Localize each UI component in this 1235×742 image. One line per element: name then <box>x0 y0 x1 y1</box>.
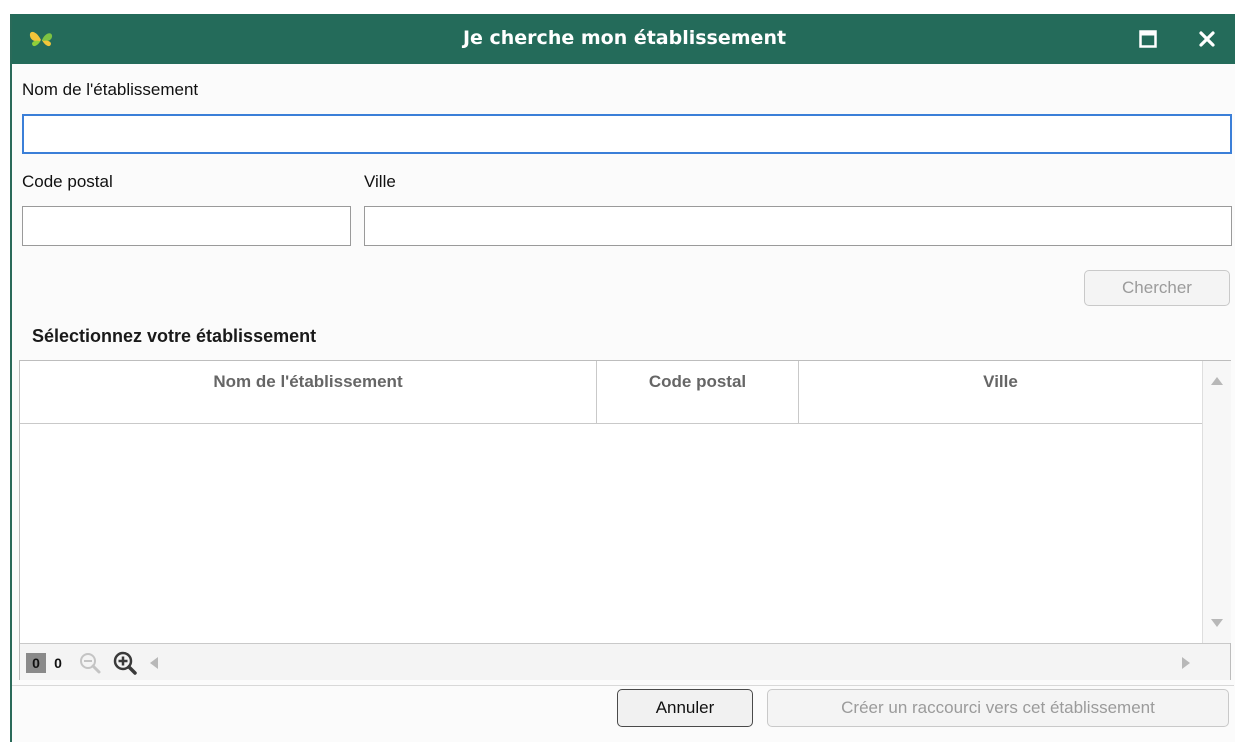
scroll-down-arrow-icon[interactable] <box>1211 619 1223 627</box>
results-section-title: Sélectionnez votre établissement <box>32 326 317 346</box>
cancel-button[interactable]: Annuler <box>617 689 753 727</box>
city-label: Ville <box>364 172 396 191</box>
dialog-title: Je cherche mon établissement <box>462 27 787 49</box>
search-dialog: Je cherche mon établissement Nom de l'ét… <box>10 14 1235 742</box>
column-header-postal-code[interactable]: Code postal <box>597 361 799 423</box>
scroll-left-arrow-icon[interactable] <box>150 657 158 669</box>
column-header-city[interactable]: Ville <box>799 361 1202 423</box>
close-icon[interactable] <box>1198 30 1216 48</box>
scroll-up-arrow-icon[interactable] <box>1211 377 1223 385</box>
total-count-badge: 0 <box>54 655 62 671</box>
column-header-name[interactable]: Nom de l'établissement <box>20 361 597 423</box>
table-footer-bar: 0 0 <box>20 643 1230 680</box>
establishment-name-input[interactable] <box>22 114 1232 154</box>
create-shortcut-button[interactable]: Créer un raccourci vers cet établissemen… <box>767 689 1229 727</box>
selected-count-badge: 0 <box>26 653 46 673</box>
results-table: Nom de l'établissement Code postal Ville… <box>19 360 1231 680</box>
footer-divider <box>12 685 1234 686</box>
scroll-right-arrow-icon[interactable] <box>1182 657 1190 669</box>
vertical-scrollbar[interactable] <box>1202 361 1231 643</box>
zoom-out-icon[interactable] <box>78 651 102 675</box>
title-bar: Je cherche mon établissement <box>12 14 1235 64</box>
city-input[interactable] <box>364 206 1232 246</box>
table-header: Nom de l'établissement Code postal Ville <box>20 361 1202 424</box>
zoom-in-icon[interactable] <box>112 650 138 676</box>
search-button[interactable]: Chercher <box>1084 270 1230 306</box>
maximize-icon[interactable] <box>1139 30 1157 48</box>
postal-code-input[interactable] <box>22 206 351 246</box>
establishment-name-label: Nom de l'établissement <box>22 80 199 99</box>
postal-code-label: Code postal <box>22 172 113 191</box>
